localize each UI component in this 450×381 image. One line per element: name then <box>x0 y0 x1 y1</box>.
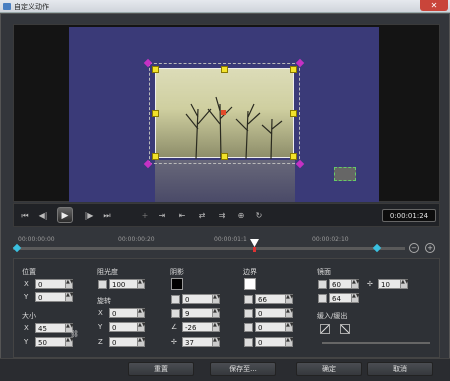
label-x: X <box>98 309 103 317</box>
fade-title: 缓入/缓出 <box>317 312 348 320</box>
label-y: Y <box>98 323 103 331</box>
save-as-button[interactable]: 保存至... <box>210 362 276 376</box>
opacity-field[interactable]: 100 ▲▼ <box>109 279 146 289</box>
ruler-tick-label: 00:00:02:10 <box>312 236 349 243</box>
shadow-distance-field[interactable]: 37 ▲▼ <box>182 337 221 347</box>
ruler-tick-label: 00:00:00:00 <box>18 236 55 243</box>
skip-end-icon[interactable]: ⏭ <box>100 210 114 222</box>
resize-handle[interactable] <box>290 153 297 160</box>
opacity-icon <box>98 279 107 289</box>
playhead-line <box>253 247 256 252</box>
shadow-color-swatch[interactable] <box>171 278 183 290</box>
border-softness-icon <box>244 337 253 347</box>
position-y-field[interactable]: 0 ▲▼ <box>35 292 74 302</box>
label-z: Z <box>98 338 103 346</box>
fade-in-icon[interactable] <box>320 324 330 334</box>
zoom-out-icon[interactable]: − <box>409 243 419 253</box>
window-title: 自定义动作 <box>14 3 49 11</box>
rotate-y-field[interactable]: 0 ▲▼ <box>109 322 146 332</box>
border-opacity-field[interactable]: 66 ▲▼ <box>255 294 294 304</box>
step-back-icon[interactable]: ◀| <box>36 210 50 222</box>
fade-out-icon[interactable] <box>340 324 350 334</box>
resize-handle[interactable] <box>152 110 159 117</box>
close-button[interactable]: ✕ <box>420 0 448 11</box>
ruler-tick-label: 00:00:01:1 <box>214 236 247 243</box>
timeline-track[interactable] <box>13 247 405 250</box>
mirror-title: 镜面 <box>317 268 331 276</box>
position-title: 位置 <box>22 268 36 276</box>
size-y-field[interactable]: 50 ▲▼ <box>35 337 74 347</box>
title-bar: 自定义动作 ✕ <box>0 0 450 13</box>
label-x: X <box>24 280 29 288</box>
border-blur-field[interactable]: 0 ▲▼ <box>255 322 294 332</box>
border-width-icon <box>244 308 253 318</box>
border-opacity-icon <box>244 294 253 304</box>
swap-keyframe-icon[interactable]: ⇄ <box>195 210 209 222</box>
border-title: 边界 <box>243 268 257 276</box>
zoom-in-icon[interactable]: + <box>425 243 435 253</box>
resize-handle[interactable] <box>152 66 159 73</box>
rotate-z-field[interactable]: 0 ▲▼ <box>109 337 146 347</box>
border-width-field[interactable]: 0 ▲▼ <box>255 308 294 318</box>
timecode-display[interactable]: 0:00:01:24 <box>382 209 436 222</box>
distance-icon: ✢ <box>171 338 177 346</box>
mirror-opacity-icon <box>318 279 327 289</box>
resize-handle[interactable] <box>221 153 228 160</box>
skip-start-icon[interactable]: ⏮ <box>18 210 32 222</box>
add-keyframe-icon[interactable]: + <box>138 210 152 222</box>
position-x-field[interactable]: 0 ▲▼ <box>35 279 74 289</box>
resize-handle[interactable] <box>221 66 228 73</box>
shadow-opacity-field[interactable]: 0 ▲▼ <box>182 294 221 304</box>
mirror-fade-field[interactable]: 64 ▲▼ <box>329 293 360 303</box>
next-keyframe-icon[interactable]: ⇉ <box>215 210 229 222</box>
shadow-blur-field[interactable]: 9 ▲▼ <box>182 308 221 318</box>
play-button[interactable]: ▶ <box>57 207 73 223</box>
border-softness-field[interactable]: 0 ▲▼ <box>255 337 294 347</box>
border-blur-icon <box>244 322 253 332</box>
mirror-offset-field[interactable]: 10 ▲▼ <box>378 279 409 289</box>
resize-handle[interactable] <box>290 66 297 73</box>
opacity-title: 阻光度 <box>97 268 118 276</box>
rotate-title: 旋转 <box>97 297 111 305</box>
border-color-swatch[interactable] <box>244 278 256 290</box>
rotate-x-field[interactable]: 0 ▲▼ <box>109 308 146 318</box>
shadow-title: 阴影 <box>170 268 184 276</box>
reset-button[interactable]: 重置 <box>128 362 194 376</box>
reverse-keyframe-icon[interactable]: ⇤ <box>175 210 189 222</box>
step-forward-icon[interactable]: |▶ <box>82 210 96 222</box>
ok-button[interactable]: 确定 <box>296 362 362 376</box>
copy-keyframe-icon[interactable]: ⊕ <box>234 210 248 222</box>
shadow-blur-icon <box>171 308 180 318</box>
mirror-offset-icon: ✢ <box>367 280 373 288</box>
label-x: X <box>24 324 29 332</box>
shadow-preview-box <box>334 167 356 181</box>
shadow-opacity-icon <box>171 294 180 304</box>
label-y: Y <box>24 338 29 346</box>
mirror-fade-icon <box>318 293 327 303</box>
remove-keyframe-icon[interactable]: ⇥ <box>155 210 169 222</box>
fade-slider-track[interactable] <box>322 342 430 344</box>
link-icon[interactable]: ⛓ <box>70 330 79 338</box>
mirror-reflection <box>155 160 295 202</box>
resize-handle[interactable] <box>290 110 297 117</box>
size-title: 大小 <box>22 312 36 320</box>
app-icon <box>3 3 11 10</box>
ruler-tick-label: 00:00:00:20 <box>118 236 155 243</box>
center-point[interactable] <box>221 110 226 115</box>
paste-keyframe-icon[interactable]: ↻ <box>252 210 266 222</box>
mirror-opacity-field[interactable]: 60 ▲▼ <box>329 279 360 289</box>
cancel-button[interactable]: 取消 <box>367 362 433 376</box>
shadow-angle-field[interactable]: -26 ▲▼ <box>182 322 221 332</box>
label-y: Y <box>24 293 29 301</box>
angle-icon: ∠ <box>171 323 178 331</box>
resize-handle[interactable] <box>152 153 159 160</box>
size-x-field[interactable]: 45 ▲▼ <box>35 323 74 333</box>
